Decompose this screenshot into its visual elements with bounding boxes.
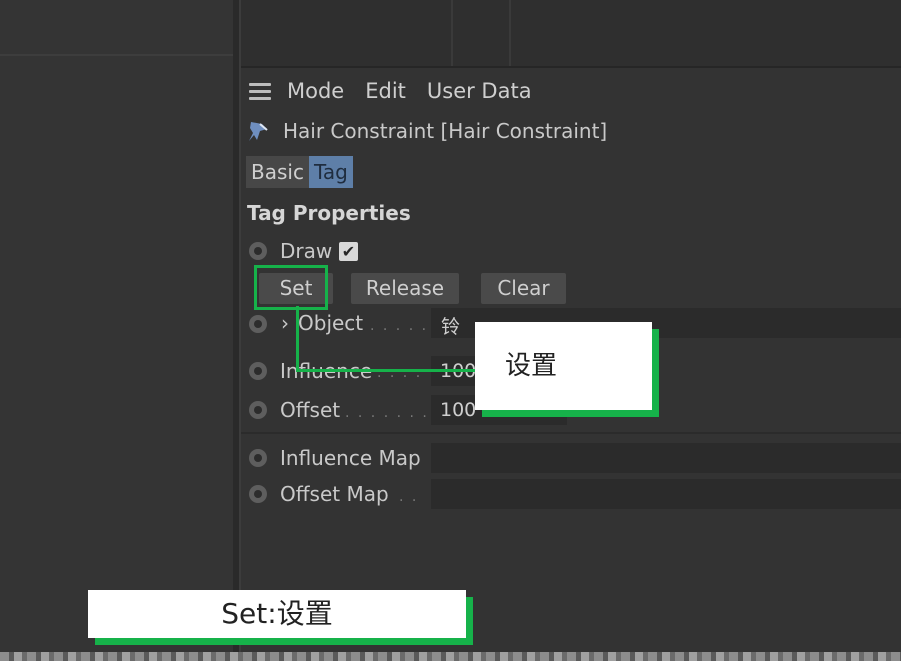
checkmark-icon: ✔ (341, 242, 356, 261)
influence-animate-radio[interactable] (249, 362, 267, 380)
callout-connector (296, 306, 477, 372)
bottom-edge (0, 652, 901, 661)
group-separator (241, 432, 901, 434)
top-panel (241, 0, 901, 68)
object-animate-radio[interactable] (249, 315, 267, 333)
left-panel (0, 0, 233, 661)
tab-bar: Basic Tag (246, 156, 353, 188)
clear-button[interactable]: Clear (481, 273, 566, 304)
menu-user-data[interactable]: User Data (427, 79, 532, 103)
draw-label: Draw (280, 239, 333, 263)
offset-map-label: Offset Map (280, 482, 389, 506)
object-expand-arrow[interactable]: › (281, 311, 289, 335)
object-title: Hair Constraint [Hair Constraint] (283, 119, 608, 143)
influence-map-field[interactable] (431, 443, 901, 473)
offset-label: Offset (280, 398, 341, 422)
influence-map-animate-radio[interactable] (249, 449, 267, 467)
menu-mode[interactable]: Mode (287, 79, 344, 103)
caption-box: Set:设置 (88, 590, 466, 638)
influence-map-label: Influence Map (280, 446, 421, 470)
pin-icon (249, 122, 268, 141)
offset-map-dots: . . (399, 489, 419, 505)
offset-animate-radio[interactable] (249, 401, 267, 419)
offset-map-animate-radio[interactable] (249, 485, 267, 503)
tab-tag[interactable]: Tag (308, 156, 353, 188)
draw-checkbox[interactable]: ✔ (339, 242, 358, 261)
release-button[interactable]: Release (351, 273, 459, 304)
top-panel-divider (509, 0, 511, 66)
left-panel-divider (0, 54, 233, 56)
hamburger-icon[interactable] (249, 82, 271, 100)
offset-map-field[interactable] (431, 479, 901, 509)
menu-edit[interactable]: Edit (365, 79, 406, 103)
callout-box: 设置 (475, 322, 652, 410)
tab-basic[interactable]: Basic (246, 156, 309, 188)
menu-bar: Mode Edit User Data (241, 76, 553, 106)
section-title: Tag Properties (247, 201, 411, 225)
set-button-highlight (254, 265, 328, 310)
draw-animate-radio[interactable] (249, 242, 267, 260)
object-header: Hair Constraint [Hair Constraint] (247, 118, 607, 144)
offset-dots: . . . . . . . (345, 405, 429, 421)
top-panel-divider (451, 0, 453, 66)
